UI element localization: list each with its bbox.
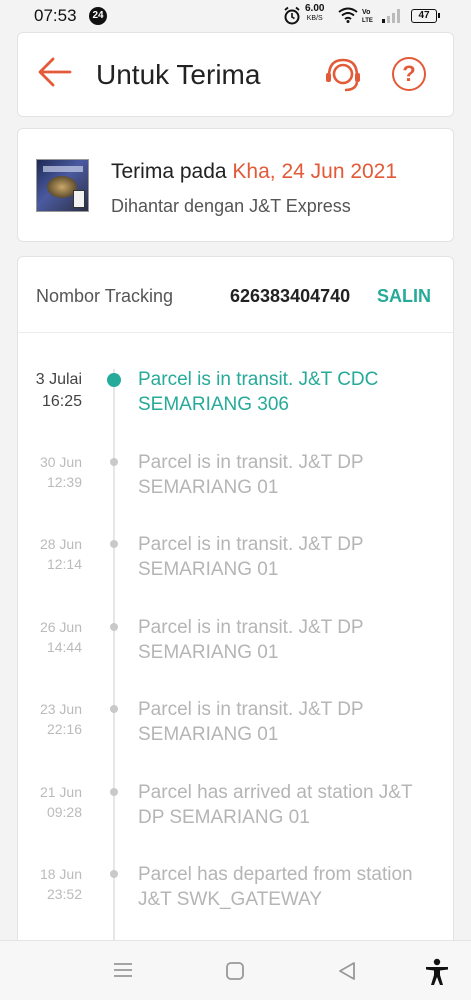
event-datetime: 21 Jun 09:28 <box>40 782 82 822</box>
notification-count-badge: 24 <box>89 7 107 25</box>
customer-support-icon[interactable] <box>323 56 363 94</box>
event-description: Parcel is in transit. J&T DP SEMARIANG 0… <box>138 699 364 745</box>
event-time: 12:39 <box>46 473 82 490</box>
event-time: 22:16 <box>46 721 82 737</box>
event-description: Parcel is in transit. J&T CDC SEMARIANG … <box>138 369 379 415</box>
event-date: 18 Jun <box>39 866 82 882</box>
event-time: 14:44 <box>46 638 82 655</box>
event-description: Parcel has departed from station J&T SWK… <box>138 864 413 910</box>
event-date: 30 Jun <box>39 453 82 470</box>
page-title: Untuk Terima <box>96 59 261 90</box>
volte-icon: Vo LTE <box>362 9 373 24</box>
product-thumbnail[interactable] <box>36 159 89 212</box>
home-icon[interactable] <box>225 961 245 981</box>
tracking-event: 21 Jun 09:28 Parcel has arrived at station… <box>18 782 453 864</box>
event-date: 23 Jun <box>39 701 82 717</box>
battery-icon: 47 <box>411 9 440 23</box>
system-navigation-bar <box>0 940 471 1000</box>
event-time: 12:14 <box>46 556 82 572</box>
event-datetime: 18 Jun 23:52 <box>40 864 82 904</box>
tracking-event: 23 Jun 22:16 Parcel is in transit. J&T DP … <box>18 699 453 781</box>
delivery-info-card: Terima pada Kha, 24 Jun 2021 Dihantar de… <box>17 128 454 242</box>
status-dot <box>110 787 118 796</box>
tracking-number-row: Nombor Tracking 626383404740 SALIN <box>18 257 453 333</box>
received-date: Kha, 24 Jun 2021 <box>232 160 398 183</box>
event-datetime: 26 Jun 14:44 <box>40 617 82 657</box>
accessibility-icon[interactable] <box>424 958 450 986</box>
event-description: Parcel is in transit. J&T DP SEMARIANG 0… <box>138 451 364 498</box>
event-datetime: 30 Jun 12:39 <box>40 452 82 492</box>
status-time: 07:53 <box>34 6 77 25</box>
event-datetime: 28 Jun 12:14 <box>40 534 82 574</box>
status-dot <box>110 540 118 548</box>
tracking-event: 26 Jun 14:44 Parcel is in transit. J&T DP … <box>18 617 453 699</box>
status-dot <box>110 622 118 631</box>
tracking-number-label: Nombor Tracking <box>36 286 174 306</box>
signal-icon <box>382 9 400 23</box>
status-dot <box>110 705 118 713</box>
event-datetime: 23 Jun 22:16 <box>40 699 82 739</box>
event-time: 23:52 <box>46 886 82 902</box>
status-dot <box>110 457 118 466</box>
svg-text:LTE: LTE <box>362 18 373 24</box>
wifi-icon <box>338 7 358 23</box>
courier-label: Dihantar dengan J&T Express <box>111 196 351 216</box>
help-icon[interactable]: ? <box>392 57 426 91</box>
header-bar: Untuk Terima ? <box>17 32 454 117</box>
event-date: 21 Jun <box>39 783 82 800</box>
tracking-event: 30 Jun 12:39 Parcel is in transit. J&T DP … <box>18 452 453 534</box>
received-date-line: Terima pada Kha, 24 Jun 2021 <box>111 160 397 184</box>
event-description: Parcel has arrived at station J&T DP SEM… <box>138 781 413 828</box>
event-date: 26 Jun <box>39 618 82 635</box>
svg-text:Vo: Vo <box>362 9 370 16</box>
menu-icon[interactable] <box>112 961 134 979</box>
tracking-event: 18 Jun 23:52 Parcel has departed from stat… <box>18 864 453 946</box>
event-description: Parcel is in transit. J&T DP SEMARIANG 0… <box>138 616 364 663</box>
tracking-card: Nombor Tracking 626383404740 SALIN 3 Jul… <box>17 256 454 959</box>
status-bar: 07:53 24 6.00 KB/S Vo LTE 47 <box>0 0 471 32</box>
event-datetime: 3 Julai 16:25 <box>36 369 82 413</box>
tracking-event: 3 Julai 16:25 Parcel is in transit. J&T CD… <box>18 369 453 451</box>
tracking-event: 28 Jun 12:14 Parcel is in transit. J&T DP … <box>18 534 453 616</box>
tracking-number: 626383404740 <box>230 286 351 306</box>
event-time: 09:28 <box>46 803 82 820</box>
alarm-icon <box>284 6 300 25</box>
event-date: 28 Jun <box>39 536 82 552</box>
copy-tracking-button[interactable]: SALIN <box>377 286 431 307</box>
received-label: Terima pada <box>111 160 227 183</box>
current-status-dot <box>107 373 121 387</box>
event-date: 3 Julai <box>35 371 82 388</box>
status-dot <box>110 870 118 878</box>
network-speed: 6.00 KB/S <box>305 3 325 23</box>
event-time: 16:25 <box>41 393 82 410</box>
event-description: Parcel is in transit. J&T DP SEMARIANG 0… <box>138 534 364 580</box>
back-icon[interactable] <box>337 961 357 981</box>
back-arrow-icon[interactable] <box>38 57 72 87</box>
